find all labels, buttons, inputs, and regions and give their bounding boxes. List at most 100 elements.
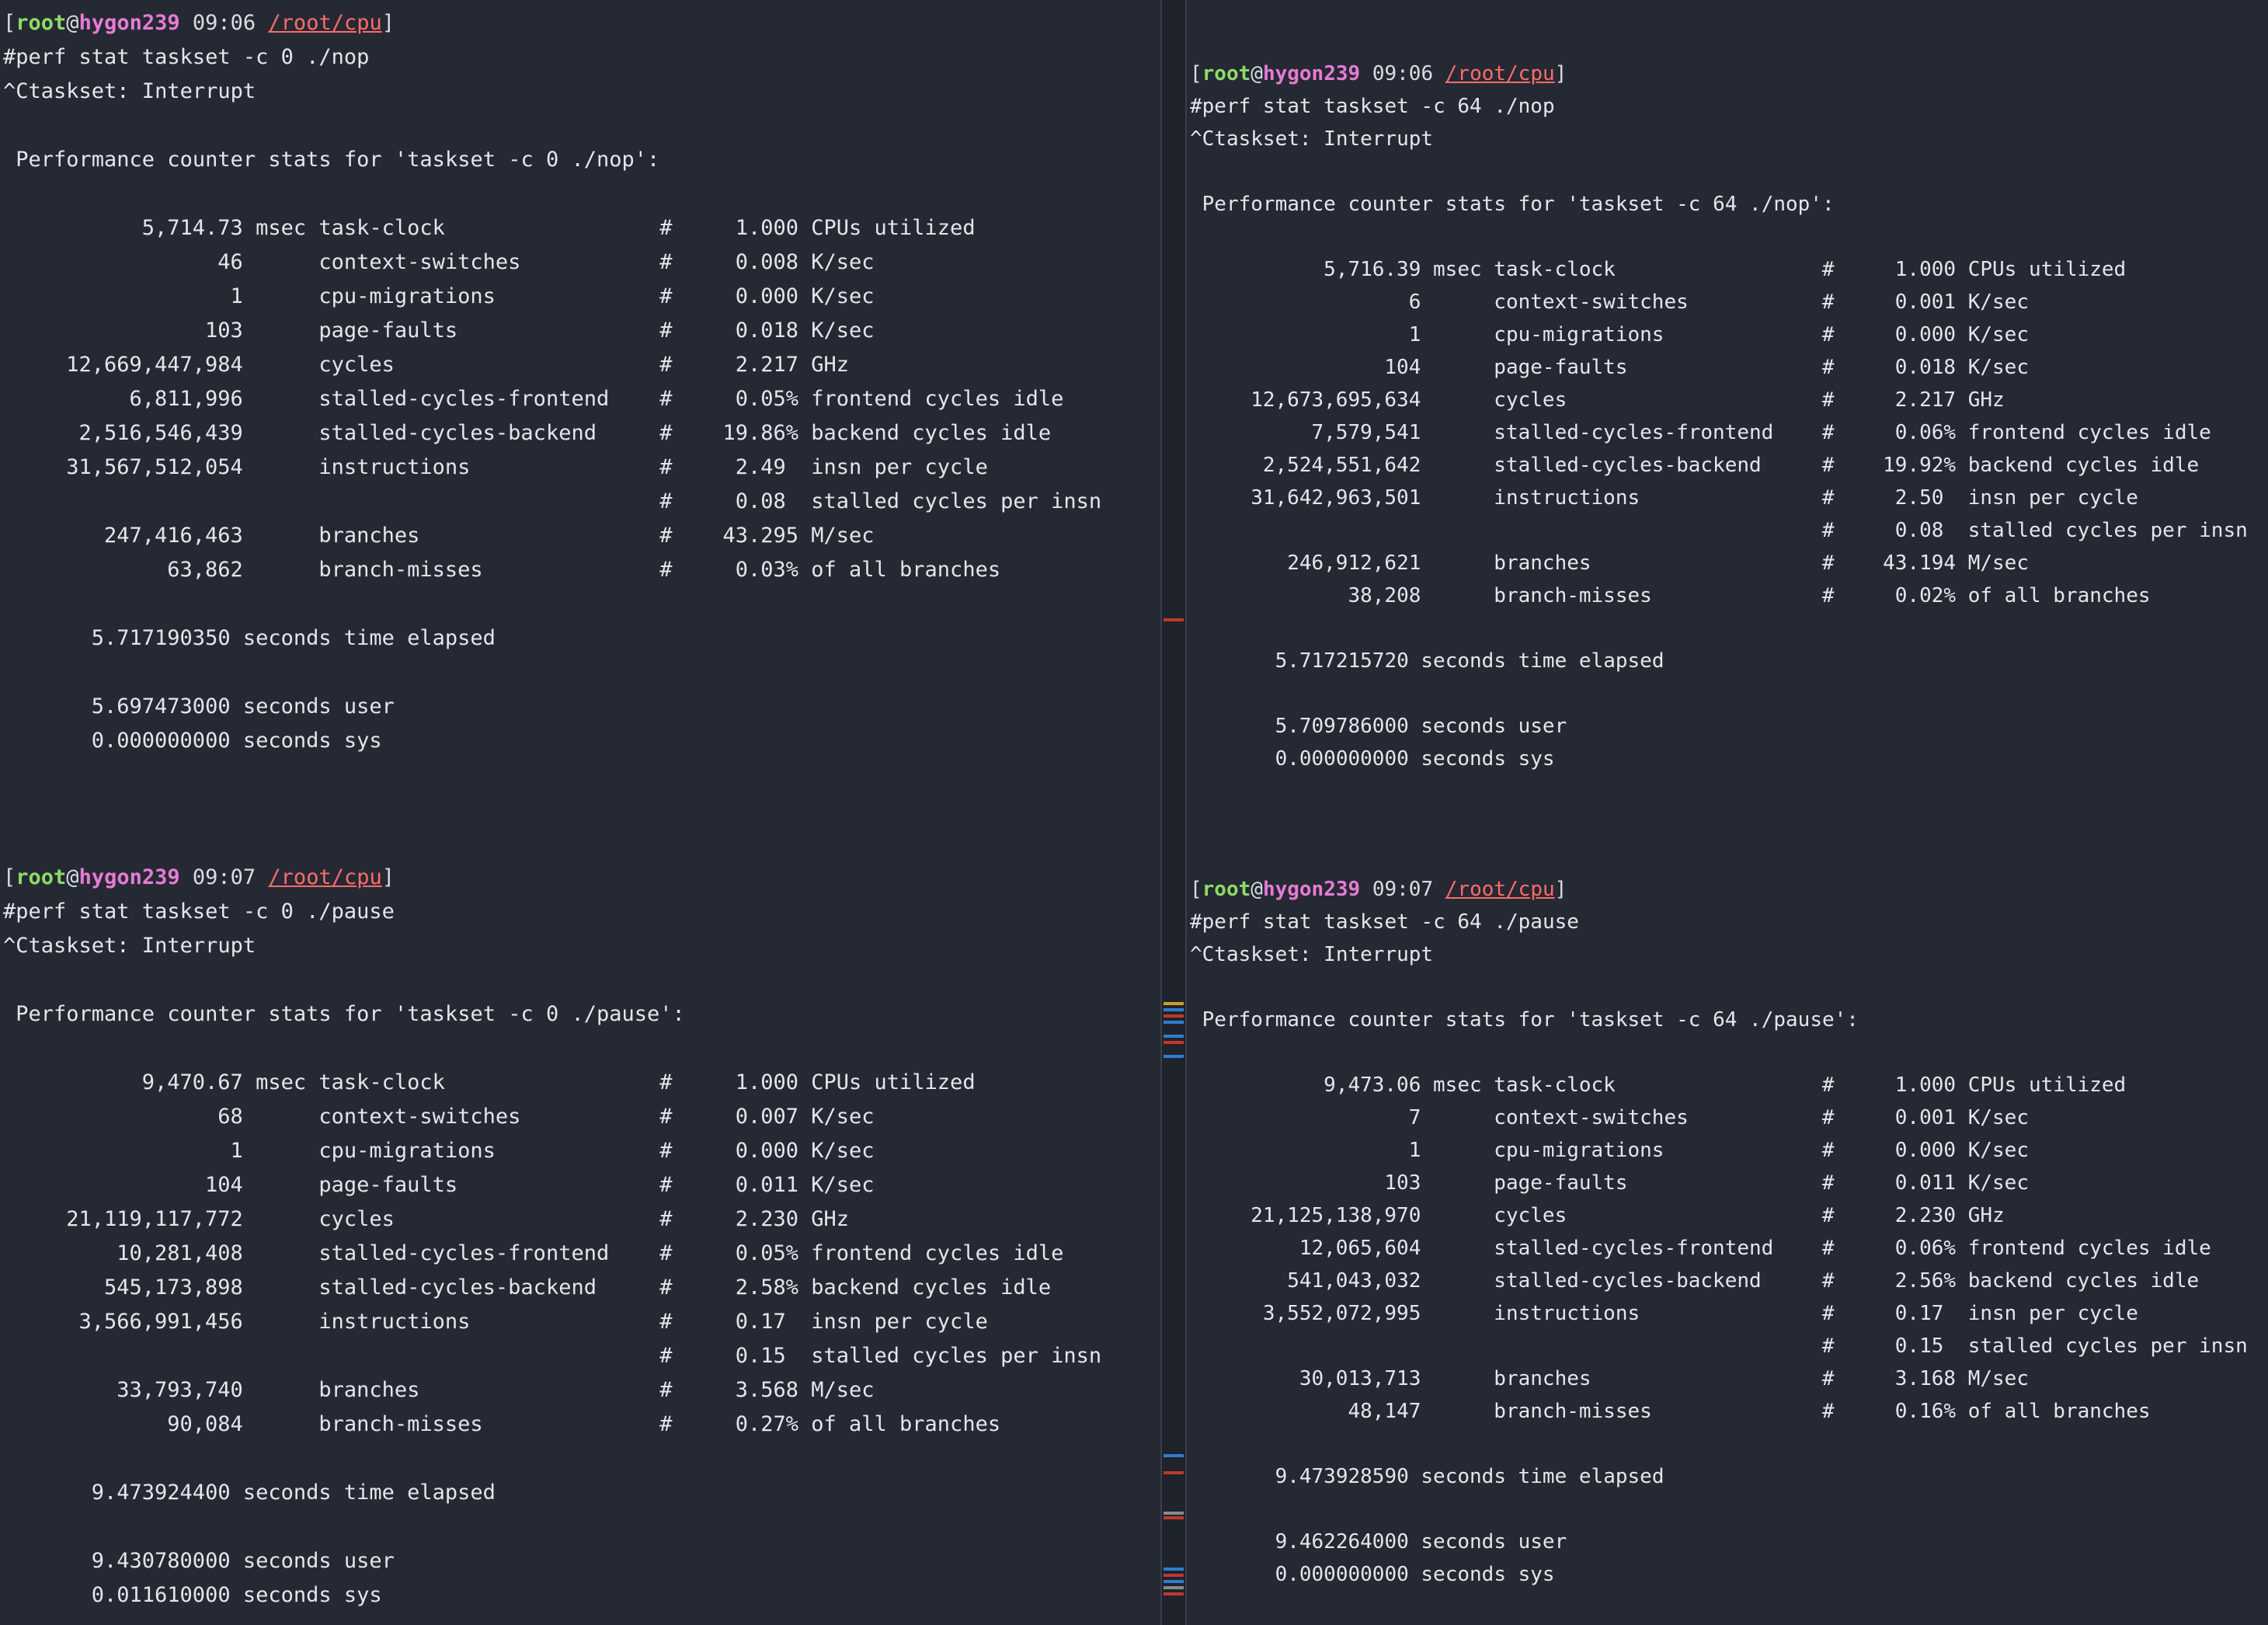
stat-row: #0.15 stalled cycles per insn (0, 1344, 1160, 1378)
scrollbar[interactable] (1162, 0, 1185, 1625)
stat-row: 545,173,898 stalled-cycles-backend #2.58% b… (0, 1275, 1160, 1310)
scroll-marker (1164, 1516, 1184, 1519)
scroll-marker (1164, 1574, 1184, 1577)
prompt-at: @ (66, 865, 79, 889)
stat-event: task-clock (318, 216, 445, 240)
prompt-tm: 09:06 (192, 11, 256, 35)
stat-value: 7 (1408, 1106, 1421, 1129)
stat-event: cycles (318, 353, 395, 377)
stat-row: 48,147 branch-misses #0.16% of all branches (1187, 1400, 2268, 1432)
stat-desc: CPUs utilized (811, 216, 976, 240)
prompt-punct (256, 11, 268, 35)
stat-row: 6 context-switches #0.001 K/sec (1187, 291, 2268, 323)
stat-hash: # (659, 318, 673, 343)
terminal-pane-right[interactable]: [root@hygon239 09:06 /root/cpu] #perf sta… (1187, 0, 2268, 1625)
time-user: 5.697473000 seconds user (91, 694, 395, 719)
terminal-pane-left[interactable]: [root@hygon239 09:06 /root/cpu] #perf sta… (0, 0, 1160, 1625)
stat-value: 90,084 (167, 1412, 243, 1436)
stat-desc: backend cycles idle (811, 421, 1052, 445)
stat-hash: # (1821, 552, 1835, 575)
prompt-at: @ (1251, 62, 1263, 85)
stat-event: page-faults (1494, 1171, 1628, 1195)
time-elapsed: 9.473924400 seconds time elapsed (91, 1481, 496, 1505)
stat-event: context-switches (1494, 1106, 1689, 1129)
stat-hash: # (1821, 323, 1835, 346)
scroll-marker (1164, 1471, 1184, 1474)
scroll-marker (1164, 1512, 1184, 1515)
stat-value: 7,579,541 (1311, 421, 1421, 444)
stat-desc: M/sec (811, 524, 875, 548)
stat-metric: 2.217 (1894, 388, 1957, 412)
stat-row: 2,516,546,439 stalled-cycles-backend #19.8… (0, 421, 1160, 455)
time-elapsed: 5.717215720 seconds time elapsed (1275, 649, 1664, 673)
stat-row: 1 cpu-migrations #0.000 K/sec (0, 284, 1160, 318)
prompt-host: hygon239 (1262, 62, 1361, 85)
stat-hash: # (1821, 1106, 1835, 1129)
stat-event: page-faults (318, 1173, 458, 1197)
stat-metric: 1.000 (1894, 258, 1957, 281)
prompt-punct: [ (3, 865, 16, 889)
stat-event: cycles (318, 1207, 395, 1231)
prompt-user: root (16, 11, 67, 35)
time-sys: 0.000000000 seconds sys (1275, 747, 1555, 771)
stat-event: branches (1494, 552, 1591, 575)
stat-event: branch-misses (1494, 1400, 1652, 1423)
stat-hash: # (1821, 1139, 1835, 1162)
stat-metric: 0.08 (735, 489, 786, 513)
scroll-marker (1164, 1041, 1184, 1044)
stat-metric: 43.194 (1883, 552, 1957, 575)
time-sys: 0.000000000 seconds sys (1275, 1563, 1555, 1586)
stat-hash: # (659, 387, 673, 411)
stat-desc: K/sec (1967, 1139, 2029, 1162)
stat-metric: 0.05% (735, 387, 798, 411)
stat-value: 3,566,991,456 (78, 1310, 243, 1334)
stat-desc: frontend cycles idle (811, 387, 1064, 411)
prompt-punct: [ (1190, 878, 1202, 901)
stat-event: instructions (318, 1310, 471, 1334)
stat-value: 1 (230, 1139, 243, 1163)
stat-metric: 0.02% (1894, 584, 1957, 607)
stat-row: 90,084 branch-misses #0.27% of all branches (0, 1412, 1160, 1446)
stat-event: branch-misses (318, 1412, 483, 1436)
stat-desc: frontend cycles idle (1967, 1237, 2211, 1260)
prompt-punct (1360, 62, 1372, 85)
interrupt-line: ^Ctaskset: Interrupt (3, 79, 256, 103)
stat-value: 545,173,898 (104, 1275, 243, 1300)
stat-row: 31,642,963,501 instructions #2.50 insn per … (1187, 486, 2268, 519)
time-user: 9.430780000 seconds user (91, 1549, 395, 1573)
stat-metric: 0.007 (735, 1105, 798, 1129)
prompt-punct (180, 865, 193, 889)
stat-metric: 0.018 (1894, 356, 1957, 379)
stat-event: branches (1494, 1367, 1591, 1390)
stat-hash: # (1821, 291, 1835, 314)
stat-desc: K/sec (811, 284, 875, 308)
stat-row: 104 page-faults #0.018 K/sec (1187, 356, 2268, 388)
stat-desc: backend cycles idle (1967, 1269, 2200, 1293)
stat-hash: # (659, 284, 673, 308)
stat-hash: # (1821, 486, 1835, 510)
stat-hash: # (1821, 1269, 1835, 1293)
stat-event: task-clock (318, 1070, 445, 1094)
time-sys: 0.011610000 seconds sys (91, 1583, 382, 1607)
stat-value: 246,912,621 (1287, 552, 1421, 575)
stat-desc: of all branches (811, 558, 1001, 582)
stat-hash: # (1821, 1237, 1835, 1260)
stat-metric: 0.000 (1894, 323, 1957, 346)
stat-event: task-clock (1494, 258, 1616, 281)
stat-desc: frontend cycles idle (811, 1241, 1064, 1265)
stat-event: page-faults (1494, 356, 1628, 379)
stat-event: cycles (1494, 1204, 1567, 1227)
stat-desc: frontend cycles idle (1967, 421, 2211, 444)
stat-metric: 0.000 (735, 284, 798, 308)
stat-value: 104 (1384, 356, 1421, 379)
stat-metric: 2.230 (1894, 1204, 1957, 1227)
prompt-punct: [ (3, 11, 16, 35)
stat-metric: 3.568 (735, 1378, 798, 1402)
stat-value: 6 (1408, 291, 1421, 314)
stat-row: 46 context-switches #0.008 K/sec (0, 250, 1160, 284)
stat-value: 103 (1384, 1171, 1421, 1195)
stat-event: context-switches (1494, 291, 1689, 314)
stat-metric: 1.000 (735, 1070, 798, 1094)
stat-row: 1 cpu-migrations #0.000 K/sec (1187, 1139, 2268, 1171)
prompt-punct (1433, 62, 1445, 85)
